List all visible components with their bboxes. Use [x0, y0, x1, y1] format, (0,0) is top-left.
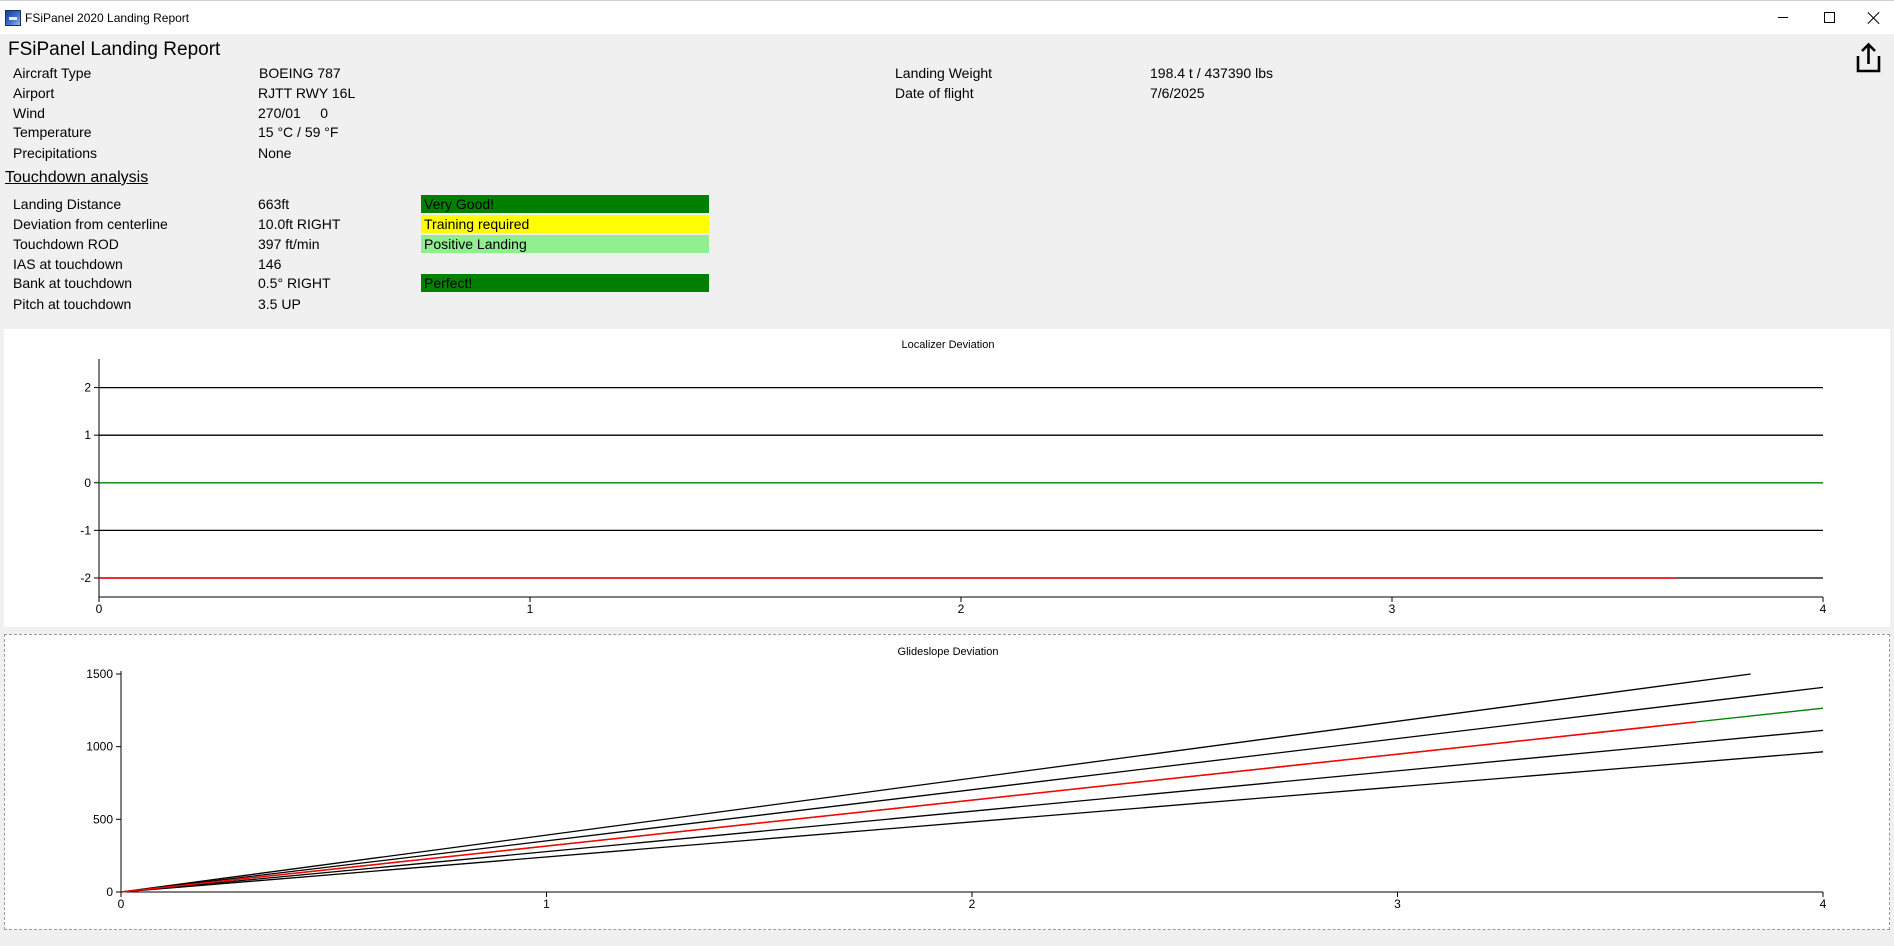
landing-distance-label: Landing Distance	[13, 196, 122, 212]
bank-touchdown-label: Bank at touchdown	[13, 275, 133, 291]
touchdown-rod-rating: Positive Landing	[421, 235, 709, 253]
touchdown-rod-label: Touchdown ROD	[13, 236, 119, 252]
maximize-button[interactable]	[1806, 1, 1852, 34]
touchdown-analysis-title: Touchdown analysis	[5, 169, 149, 186]
y-tick-label: 2	[84, 381, 91, 395]
landing-distance-rating: Very Good!	[421, 195, 709, 213]
precipitations-label: Precipitations	[13, 145, 98, 161]
y-tick-label: 0	[106, 885, 113, 899]
window-title: FSiPanel 2020 Landing Report	[25, 11, 190, 25]
x-tick-label: 0	[96, 602, 103, 616]
x-tick-label: 2	[958, 602, 965, 616]
y-tick-label: 1	[84, 428, 91, 442]
glideslope-chart-panel: Glideslope Deviation 0 1 2 3 4 1500 1000 500 0	[4, 634, 1890, 930]
y-tick-label: 1500	[86, 667, 113, 681]
bank-touchdown-value: 0.5° RIGHT	[258, 275, 331, 291]
series-line-5	[120, 721, 1696, 893]
pitch-touchdown-value: 3.5 UP	[258, 296, 301, 312]
airport-value: RJTT RWY 16L	[258, 85, 356, 101]
localizer-deviation-chart: Localizer Deviation 0 1 2 3 4 2 1 0 -1 -2	[80, 339, 1827, 616]
temperature-value: 15 °C / 59 °F	[258, 124, 339, 140]
series-line-3	[120, 751, 1824, 893]
report-title: FSiPanel Landing Report	[8, 39, 221, 60]
fsipanel-app-icon	[5, 10, 21, 26]
airport-label: Airport	[13, 85, 55, 101]
landing-weight-label: Landing Weight	[895, 65, 993, 81]
date-of-flight-label: Date of flight	[895, 85, 974, 101]
bank-touchdown-rating: Perfect!	[421, 274, 709, 292]
x-tick-label: 0	[118, 897, 125, 911]
touchdown-rod-value: 397 ft/min	[258, 236, 320, 252]
share-export-icon	[1856, 42, 1881, 73]
pitch-touchdown-label: Pitch at touchdown	[13, 296, 132, 312]
close-button[interactable]	[1851, 1, 1894, 34]
window-titlebar: FSiPanel 2020 Landing Report	[0, 0, 1894, 34]
wind-value: 270/01 0	[258, 105, 329, 121]
y-tick-label: 500	[93, 812, 113, 826]
chart-title: Localizer Deviation	[902, 339, 995, 351]
x-tick-label: 3	[1394, 897, 1401, 911]
date-of-flight-value: 7/6/2025	[1150, 85, 1205, 101]
x-tick-label: 1	[543, 897, 550, 911]
y-tick-label: 0	[84, 476, 91, 490]
x-tick-label: 1	[527, 602, 534, 616]
precipitations-value: None	[258, 145, 292, 161]
x-tick-label: 4	[1820, 602, 1827, 616]
minimize-button[interactable]	[1760, 1, 1806, 34]
series-line-2	[120, 729, 1824, 893]
glideslope-deviation-chart: Glideslope Deviation 0 1 2 3 4 1500 1000 500 0	[86, 646, 1827, 911]
series-line-0	[120, 673, 1751, 893]
x-tick-label: 4	[1820, 897, 1827, 911]
y-tick-label: -1	[80, 523, 91, 537]
centerline-deviation-label: Deviation from centerline	[13, 216, 168, 232]
temperature-label: Temperature	[13, 124, 92, 140]
aircraft-type-value: BOEING 787	[259, 65, 341, 81]
chart-title: Glideslope Deviation	[898, 646, 999, 658]
close-icon	[1868, 12, 1880, 24]
y-tick-label: 1000	[86, 740, 113, 754]
landing-weight-value: 198.4 t / 437390 lbs	[1150, 65, 1273, 81]
wind-label: Wind	[13, 105, 45, 121]
x-tick-label: 2	[969, 897, 976, 911]
y-tick-label: -2	[80, 571, 91, 585]
minimize-icon	[1778, 17, 1788, 18]
x-tick-label: 3	[1389, 602, 1396, 616]
localizer-chart-panel: Localizer Deviation 0 1 2 3 4 2 1 0 -1 -2	[4, 329, 1890, 627]
maximize-icon	[1823, 12, 1835, 23]
ias-touchdown-value: 146	[258, 256, 282, 272]
centerline-deviation-rating: Training required	[421, 215, 709, 233]
aircraft-type-label: Aircraft Type	[13, 65, 92, 81]
landing-distance-value: 663ft	[258, 196, 290, 212]
ias-touchdown-label: IAS at touchdown	[13, 256, 123, 272]
share-button[interactable]	[1848, 39, 1888, 77]
centerline-deviation-value: 10.0ft RIGHT	[258, 216, 341, 232]
series-line-1	[120, 686, 1824, 893]
